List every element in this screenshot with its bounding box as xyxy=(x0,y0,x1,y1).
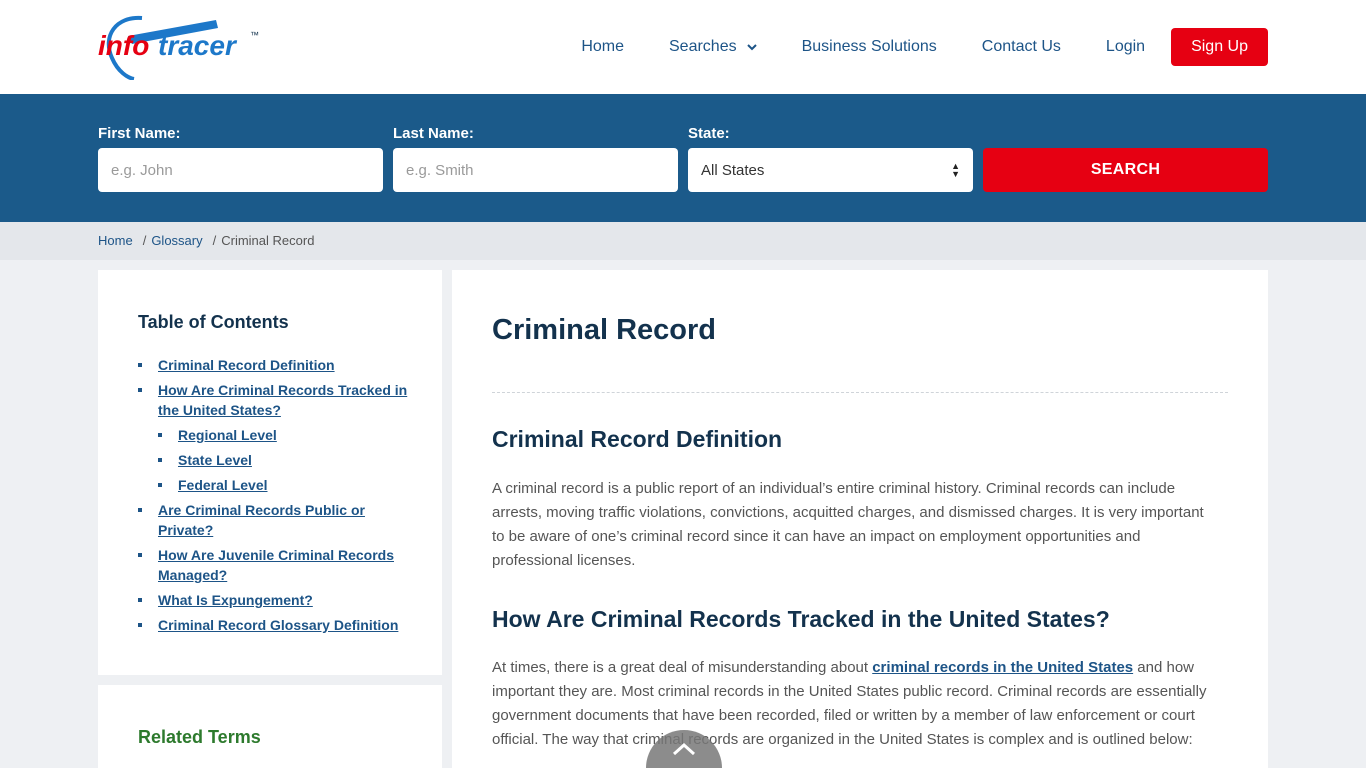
heading-definition: Criminal Record Definition xyxy=(492,426,783,452)
toc-item: Criminal Record Definition xyxy=(138,355,408,375)
nav-contact-us[interactable]: Contact Us xyxy=(982,38,1061,56)
related-terms-title: Related Terms xyxy=(138,727,261,747)
logo-trademark: ™ xyxy=(250,30,259,40)
toc-item: Federal Level xyxy=(158,475,408,495)
nav-business-solutions[interactable]: Business Solutions xyxy=(802,38,937,56)
breadcrumb-separator: / xyxy=(212,233,217,248)
toc-item: Regional Level xyxy=(158,425,408,445)
paragraph-text: At times, there is a great deal of misun… xyxy=(492,659,873,676)
page-title: Criminal Record xyxy=(492,314,716,346)
toc-item: State Level xyxy=(158,450,408,470)
toc-link-federal[interactable]: Federal Level xyxy=(178,477,268,493)
toc-list: Criminal Record Definition How Are Crimi… xyxy=(138,355,408,640)
toc-link-juvenile[interactable]: How Are Juvenile Criminal Records Manage… xyxy=(158,547,394,583)
toc-item: Are Criminal Records Public or Private? xyxy=(138,500,408,540)
nav-home-label: Home xyxy=(581,38,624,55)
toc-link-tracked[interactable]: How Are Criminal Records Tracked in the … xyxy=(158,382,407,418)
state-label: State: xyxy=(688,125,730,142)
last-name-label: Last Name: xyxy=(393,125,474,142)
paragraph-tracked: At times, there is a great deal of misun… xyxy=(492,656,1228,752)
chevron-down-icon xyxy=(746,44,757,51)
article: Criminal Record Criminal Record Definiti… xyxy=(452,270,1268,768)
logo-text-info: info xyxy=(98,30,150,61)
search-band: First Name: Last Name: State: All States… xyxy=(0,94,1366,222)
breadcrumb-glossary[interactable]: Glossary xyxy=(151,233,202,248)
nav-home[interactable]: Home xyxy=(581,38,624,56)
search-button[interactable]: SEARCH xyxy=(983,148,1268,192)
heading-tracked: How Are Criminal Records Tracked in the … xyxy=(492,606,1110,632)
chevron-up-icon xyxy=(672,742,696,756)
site-header: info tracer ™ Home Searches Business Sol… xyxy=(0,0,1366,94)
toc-link-definition[interactable]: Criminal Record Definition xyxy=(158,357,335,373)
toc-link-glossary-definition[interactable]: Criminal Record Glossary Definition xyxy=(158,617,398,633)
select-arrows-icon: ▲ ▼ xyxy=(951,161,960,179)
nav-contact-label: Contact Us xyxy=(981,38,1061,55)
nav-searches-label: Searches xyxy=(669,38,737,55)
state-select-value: All States xyxy=(701,161,765,179)
breadcrumb: Home / Glossary / Criminal Record xyxy=(0,222,1366,260)
title-divider xyxy=(492,392,1228,393)
toc-link-public-private[interactable]: Are Criminal Records Public or Private? xyxy=(158,502,365,538)
related-terms-card: Related Terms xyxy=(98,685,442,768)
nav-searches[interactable]: Searches xyxy=(669,38,757,56)
paragraph-definition: A criminal record is a public report of … xyxy=(492,480,1204,569)
breadcrumb-current: Criminal Record xyxy=(221,233,315,248)
infotracer-logo[interactable]: info tracer ™ xyxy=(98,14,263,81)
nav-business-label: Business Solutions xyxy=(801,38,937,55)
nav-login[interactable]: Login xyxy=(1106,38,1145,56)
toc-title: Table of Contents xyxy=(138,312,289,332)
first-name-input[interactable] xyxy=(98,148,383,192)
logo-text-tracer: tracer xyxy=(158,30,236,61)
table-of-contents-card: Table of Contents Criminal Record Defini… xyxy=(98,270,442,675)
link-criminal-records-us[interactable]: criminal records in the United States xyxy=(872,659,1133,676)
toc-link-regional[interactable]: Regional Level xyxy=(178,427,277,443)
main-nav: Home Searches Business Solutions Contact… xyxy=(536,28,1268,66)
toc-link-state[interactable]: State Level xyxy=(178,452,252,468)
toc-item: Criminal Record Glossary Definition xyxy=(138,615,408,635)
breadcrumb-home[interactable]: Home xyxy=(98,233,133,248)
toc-item: What Is Expungement? xyxy=(138,590,408,610)
state-select[interactable]: All States ▲ ▼ xyxy=(688,148,973,192)
first-name-label: First Name: xyxy=(98,125,181,142)
toc-item: How Are Juvenile Criminal Records Manage… xyxy=(138,545,408,585)
toc-link-expungement[interactable]: What Is Expungement? xyxy=(158,592,313,608)
nav-login-label: Login xyxy=(1105,38,1146,55)
signup-button[interactable]: Sign Up xyxy=(1171,28,1268,66)
toc-item: How Are Criminal Records Tracked in the … xyxy=(138,380,408,420)
last-name-input[interactable] xyxy=(393,148,678,192)
breadcrumb-separator: / xyxy=(142,233,147,248)
